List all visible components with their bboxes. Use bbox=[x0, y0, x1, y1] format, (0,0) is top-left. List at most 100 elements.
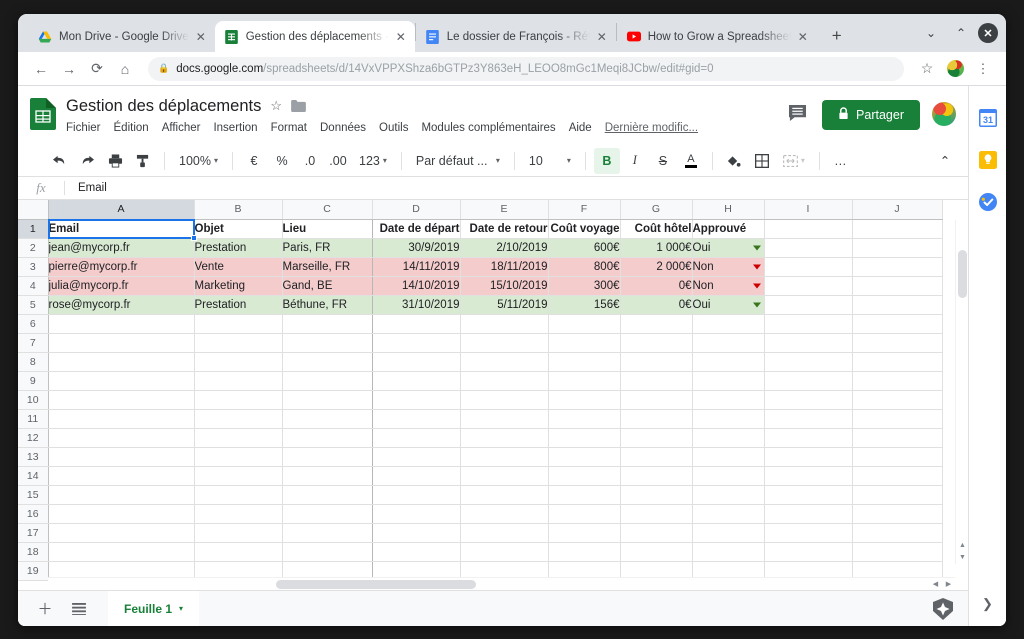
cell-C11[interactable] bbox=[282, 409, 373, 429]
browser-tab-sheets[interactable]: Gestion des déplacements - G ✕ bbox=[214, 21, 415, 52]
forward-icon[interactable]: → bbox=[56, 56, 82, 82]
browser-tab-youtube[interactable]: How to Grow a Spreadsheet ✕ bbox=[617, 21, 817, 52]
percent-format-button[interactable]: % bbox=[269, 148, 295, 174]
explore-icon[interactable] bbox=[932, 597, 954, 620]
cell-G4[interactable]: 0€ bbox=[620, 276, 693, 296]
cell-J10[interactable] bbox=[852, 390, 943, 410]
cell-F9[interactable] bbox=[548, 371, 621, 391]
profile-avatar-icon[interactable] bbox=[942, 56, 968, 82]
cell-D3[interactable]: 14/11/2019 bbox=[372, 257, 461, 277]
cell-D12[interactable] bbox=[372, 428, 461, 448]
cell-J4[interactable] bbox=[852, 276, 943, 296]
cell-D1[interactable]: Date de départ bbox=[372, 219, 461, 239]
cell-A11[interactable] bbox=[48, 409, 195, 429]
cell-I3[interactable] bbox=[764, 257, 853, 277]
row-header-6[interactable]: 6 bbox=[18, 314, 49, 334]
cell-H15[interactable] bbox=[692, 485, 765, 505]
cell-I6[interactable] bbox=[764, 314, 853, 334]
scroll-up-icon[interactable]: ▲ bbox=[956, 540, 968, 551]
cell-B3[interactable]: Vente bbox=[194, 257, 283, 277]
vertical-scroll-thumb[interactable] bbox=[958, 250, 967, 298]
row-header-1[interactable]: 1 bbox=[18, 219, 49, 239]
cell-D4[interactable]: 14/10/2019 bbox=[372, 276, 461, 296]
cell-I17[interactable] bbox=[764, 523, 853, 543]
row-header-17[interactable]: 17 bbox=[18, 523, 49, 543]
cell-G3[interactable]: 2 000€ bbox=[620, 257, 693, 277]
cell-E1[interactable]: Date de retour bbox=[460, 219, 549, 239]
cell-D9[interactable] bbox=[372, 371, 461, 391]
cell-G12[interactable] bbox=[620, 428, 693, 448]
close-icon[interactable]: ✕ bbox=[795, 29, 811, 45]
cell-I9[interactable] bbox=[764, 371, 853, 391]
cell-B7[interactable] bbox=[194, 333, 283, 353]
decrease-decimal-button[interactable]: .0 bbox=[297, 148, 323, 174]
cell-F15[interactable] bbox=[548, 485, 621, 505]
cell-J2[interactable] bbox=[852, 238, 943, 258]
cell-J17[interactable] bbox=[852, 523, 943, 543]
cell-D11[interactable] bbox=[372, 409, 461, 429]
cell-B14[interactable] bbox=[194, 466, 283, 486]
cell-E4[interactable]: 15/10/2019 bbox=[460, 276, 549, 296]
cell-B6[interactable] bbox=[194, 314, 283, 334]
menu-aide[interactable]: Aide bbox=[569, 122, 592, 134]
cell-J9[interactable] bbox=[852, 371, 943, 391]
scroll-down-icon[interactable]: ▼ bbox=[956, 552, 968, 563]
cell-G5[interactable]: 0€ bbox=[620, 295, 693, 315]
cell-F8[interactable] bbox=[548, 352, 621, 372]
cell-J11[interactable] bbox=[852, 409, 943, 429]
cell-A18[interactable] bbox=[48, 542, 195, 562]
cell-E10[interactable] bbox=[460, 390, 549, 410]
paint-format-icon[interactable] bbox=[130, 148, 156, 174]
zoom-selector[interactable]: 100% ▾ bbox=[173, 148, 224, 174]
cell-H13[interactable] bbox=[692, 447, 765, 467]
cell-E2[interactable]: 2/10/2019 bbox=[460, 238, 549, 258]
cell-D14[interactable] bbox=[372, 466, 461, 486]
cell-F7[interactable] bbox=[548, 333, 621, 353]
cell-C6[interactable] bbox=[282, 314, 373, 334]
cell-B16[interactable] bbox=[194, 504, 283, 524]
folder-icon[interactable] bbox=[291, 100, 306, 112]
cell-C7[interactable] bbox=[282, 333, 373, 353]
horizontal-scrollbar[interactable]: ◀ ▶ bbox=[48, 577, 955, 590]
cell-H7[interactable] bbox=[692, 333, 765, 353]
cell-A17[interactable] bbox=[48, 523, 195, 543]
cell-G17[interactable] bbox=[620, 523, 693, 543]
row-header-13[interactable]: 13 bbox=[18, 447, 49, 467]
address-bar[interactable]: 🔒 docs.google.com/spreadsheets/d/14VxVPP… bbox=[148, 56, 904, 81]
cell-B2[interactable]: Prestation bbox=[194, 238, 283, 258]
row-header-19[interactable]: 19 bbox=[18, 561, 49, 581]
cell-I4[interactable] bbox=[764, 276, 853, 296]
cell-F2[interactable]: 600€ bbox=[548, 238, 621, 258]
cell-H16[interactable] bbox=[692, 504, 765, 524]
cell-B17[interactable] bbox=[194, 523, 283, 543]
back-icon[interactable]: ← bbox=[28, 56, 54, 82]
cell-A6[interactable] bbox=[48, 314, 195, 334]
column-header-F[interactable]: F bbox=[548, 200, 621, 220]
cell-A16[interactable] bbox=[48, 504, 195, 524]
cell-F3[interactable]: 800€ bbox=[548, 257, 621, 277]
cell-E8[interactable] bbox=[460, 352, 549, 372]
vertical-scrollbar[interactable]: ▲ ▼ bbox=[955, 220, 968, 564]
cell-I5[interactable] bbox=[764, 295, 853, 315]
cell-A12[interactable] bbox=[48, 428, 195, 448]
menu-modules[interactable]: Modules complémentaires bbox=[421, 122, 555, 134]
cell-C18[interactable] bbox=[282, 542, 373, 562]
cell-G6[interactable] bbox=[620, 314, 693, 334]
cell-D5[interactable]: 31/10/2019 bbox=[372, 295, 461, 315]
row-header-12[interactable]: 12 bbox=[18, 428, 49, 448]
cell-H3[interactable]: Non bbox=[692, 257, 765, 277]
cell-E14[interactable] bbox=[460, 466, 549, 486]
close-icon[interactable]: ✕ bbox=[393, 29, 409, 45]
cell-B5[interactable]: Prestation bbox=[194, 295, 283, 315]
column-header-E[interactable]: E bbox=[460, 200, 549, 220]
comment-icon[interactable] bbox=[784, 100, 810, 126]
reload-icon[interactable]: ⟳ bbox=[84, 56, 110, 82]
cell-F18[interactable] bbox=[548, 542, 621, 562]
cell-C13[interactable] bbox=[282, 447, 373, 467]
cell-E3[interactable]: 18/11/2019 bbox=[460, 257, 549, 277]
cell-A5[interactable]: rose@mycorp.fr bbox=[48, 295, 195, 315]
column-header-G[interactable]: G bbox=[620, 200, 693, 220]
row-header-16[interactable]: 16 bbox=[18, 504, 49, 524]
menu-insertion[interactable]: Insertion bbox=[213, 122, 257, 134]
cell-J8[interactable] bbox=[852, 352, 943, 372]
